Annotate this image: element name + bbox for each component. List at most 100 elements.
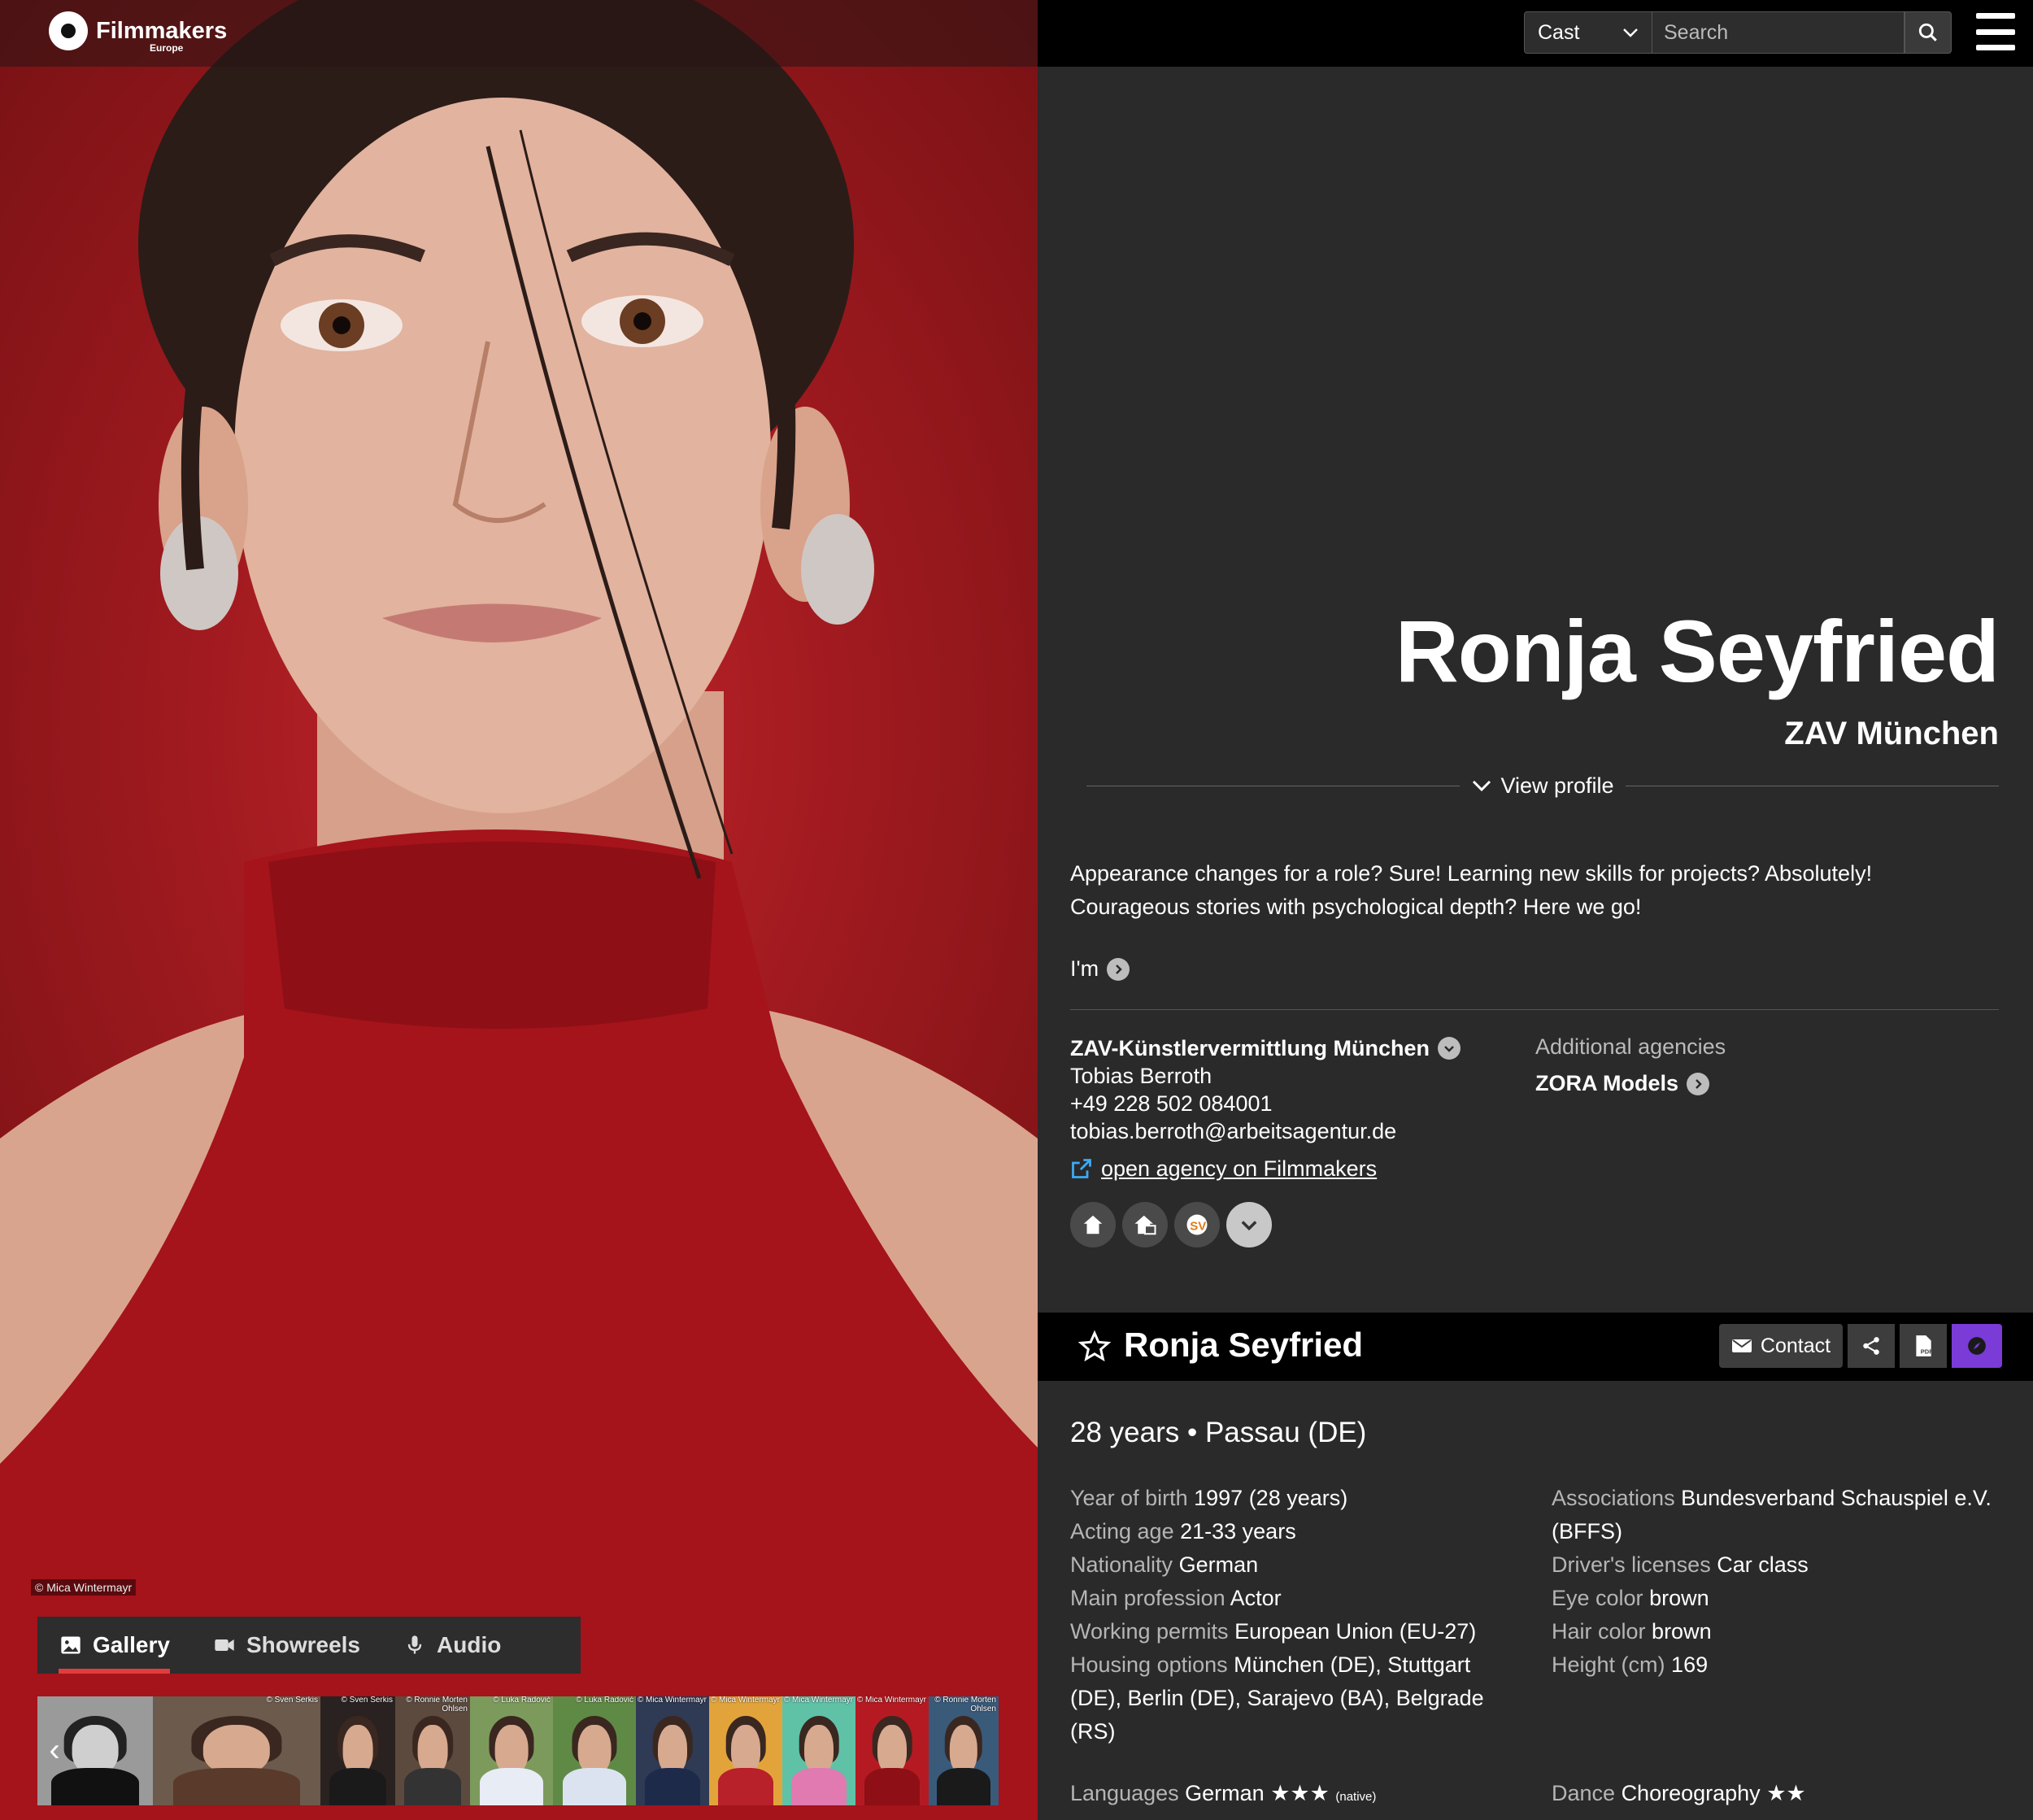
additional-agency-item[interactable]: ZORA Models [1535,1071,1726,1096]
thumbnail-credit: © Ronnie Morten Ohlsen [406,1696,468,1713]
envelope-icon [1731,1339,1752,1352]
home-office-icon[interactable] [1122,1202,1168,1247]
sticky-name: Ronja Seyfried [1124,1326,1364,1364]
thumbnail-credit: © Luka Radović [576,1696,633,1705]
agency-email[interactable]: tobias.berroth@arbeitsagentur.de [1070,1117,1493,1145]
thumbnail-credit: © Mica Wintermayr [783,1696,853,1705]
fact-row: Acting age 21-33 years [1070,1515,1509,1548]
languages-label: Languages [1070,1781,1179,1805]
search-input[interactable] [1652,11,1905,54]
fact-label: Nationality [1070,1552,1173,1577]
im-toggle[interactable]: I'm [1070,956,1130,982]
thumbnail[interactable]: © Ronnie Morten Ohlsen [395,1696,470,1805]
tab-gallery[interactable]: Gallery [37,1617,191,1674]
fact-label: Associations [1552,1486,1675,1510]
dance-row: Dance Choreography ★★ [1552,1781,1806,1806]
e-talent-button[interactable] [1952,1324,2002,1368]
category-select[interactable]: Cast [1524,11,1652,54]
menu-line [1976,45,2015,50]
agency-name: ZAV-Künstlervermittlung München [1070,1036,1430,1060]
sv-logo-icon[interactable]: SV [1174,1202,1220,1247]
profile-pane: Cast Ronja Seyfried ZAV München View pro… [1038,0,2033,1820]
thumbnail[interactable]: © Mica Wintermayr [636,1696,709,1805]
chevron-down-icon[interactable] [1226,1202,1272,1247]
agency-name-row[interactable]: ZAV-Künstlervermittlung München [1070,1034,1493,1062]
thumbnail[interactable]: © Ronnie Morten Ohlsen [929,1696,999,1805]
sticky-header: Ronja Seyfried Contact PDF [1038,1313,2033,1381]
thumbnail[interactable]: © Sven Serkis [153,1696,320,1805]
home-icon[interactable] [1070,1202,1116,1247]
external-link-icon [1072,1159,1091,1178]
pdf-button[interactable]: PDF [1900,1324,1947,1368]
thumbnail[interactable]: © Mica Wintermayr [855,1696,929,1805]
pdf-icon: PDF [1916,1335,1933,1356]
thumbnail[interactable]: © Mica Wintermayr [782,1696,855,1805]
view-profile-label: View profile [1500,773,1614,798]
svg-text:SV: SV [1190,1219,1206,1233]
chevron-right-icon [1687,1072,1710,1095]
thumbnail[interactable]: © Luka Radović [470,1696,553,1805]
contact-button[interactable]: Contact [1719,1324,1843,1368]
fact-row: Height (cm) 169 [1552,1648,2023,1682]
microphone-icon [407,1635,422,1654]
thumbnail-strip: © Sven Serkis © Sven Serkis © Ronnie Mor… [37,1696,999,1805]
chevron-right-icon [1107,957,1130,981]
chevron-down-icon [1438,1037,1461,1060]
fact-row: Working permits European Union (EU-27) [1070,1615,1509,1648]
share-button[interactable] [1848,1324,1895,1368]
hamburger-menu-button[interactable] [1976,13,2015,50]
compass-icon [1968,1337,1986,1355]
section-divider [1070,1009,1999,1010]
fact-label: Eye color [1552,1586,1643,1610]
thumbnails-prev-button[interactable]: ‹ [41,1732,68,1768]
logo-name: Filmmakers [96,17,228,44]
tab-audio[interactable]: Audio [381,1617,522,1674]
view-profile-button[interactable]: View profile [1460,773,1625,799]
star-outline-icon[interactable] [1078,1330,1111,1363]
thumbnail-credit: © Ronnie Morten Ohlsen [934,1696,996,1713]
photo-credit: © Mica Wintermayr [31,1579,137,1596]
fact-value: Actor [1230,1586,1282,1610]
thumbnail[interactable]: © Luka Radović [553,1696,636,1805]
video-camera-icon [215,1639,234,1651]
fact-value: 169 [1671,1652,1709,1677]
profile-agency: ZAV München [1784,716,1999,751]
thumbnail-credit: © Sven Serkis [266,1696,318,1705]
category-select-value: Cast [1538,20,1580,44]
thumbnail[interactable]: © Mica Wintermayr [709,1696,782,1805]
menu-line [1976,13,2015,19]
thumbnail[interactable]: © Sven Serkis [320,1696,395,1805]
fact-row: Nationality German [1070,1548,1509,1582]
thumbnail-credit: © Luka Radović [493,1696,551,1705]
fact-label: Housing options [1070,1652,1228,1677]
fact-label: Acting age [1070,1519,1174,1544]
tab-label: Showreels [246,1632,361,1657]
fact-label: Working permits [1070,1619,1229,1644]
thumbnail-credit: © Sven Serkis [341,1696,393,1705]
search-button[interactable] [1905,11,1952,54]
agency-contact: Tobias Berroth [1070,1064,1212,1088]
hero-photo[interactable]: Filmmakers Europe © Mica Wintermayr Gall… [0,0,1038,1820]
additional-agencies-label: Additional agencies [1535,1034,1726,1059]
fact-row: Driver's licenses Car class [1552,1548,2023,1582]
fact-value: brown [1649,1586,1709,1610]
fact-row: Year of birth 1997 (28 years) [1070,1482,1509,1515]
age-location: 28 years • Passau (DE) [1070,1417,1367,1448]
fact-row: Eye color brown [1552,1582,2023,1615]
additional-agency-name: ZORA Models [1535,1071,1679,1095]
bio-text: Appearance changes for a role? Sure! Lea… [1070,861,1873,919]
agency-block: ZAV-Künstlervermittlung München Tobias B… [1070,1034,1493,1182]
tab-showreels[interactable]: Showreels [191,1617,381,1674]
agency-phone[interactable]: +49 228 502 084001 [1070,1090,1493,1117]
open-agency-link[interactable]: open agency on Filmmakers [1070,1155,1493,1182]
facts-right: Associations Bundesverband Schauspiel e.… [1552,1482,2023,1682]
fact-value: European Union (EU-27) [1234,1619,1477,1644]
additional-agencies: Additional agencies ZORA Models [1535,1034,1726,1096]
site-logo[interactable]: Filmmakers [49,11,227,50]
tab-label: Audio [437,1632,502,1657]
view-profile-toggle: View profile [1086,769,2000,802]
language-note: (native) [1335,1790,1377,1804]
fact-value: Car class [1717,1552,1809,1577]
share-icon [1863,1337,1879,1355]
dance-label: Dance [1552,1781,1616,1805]
